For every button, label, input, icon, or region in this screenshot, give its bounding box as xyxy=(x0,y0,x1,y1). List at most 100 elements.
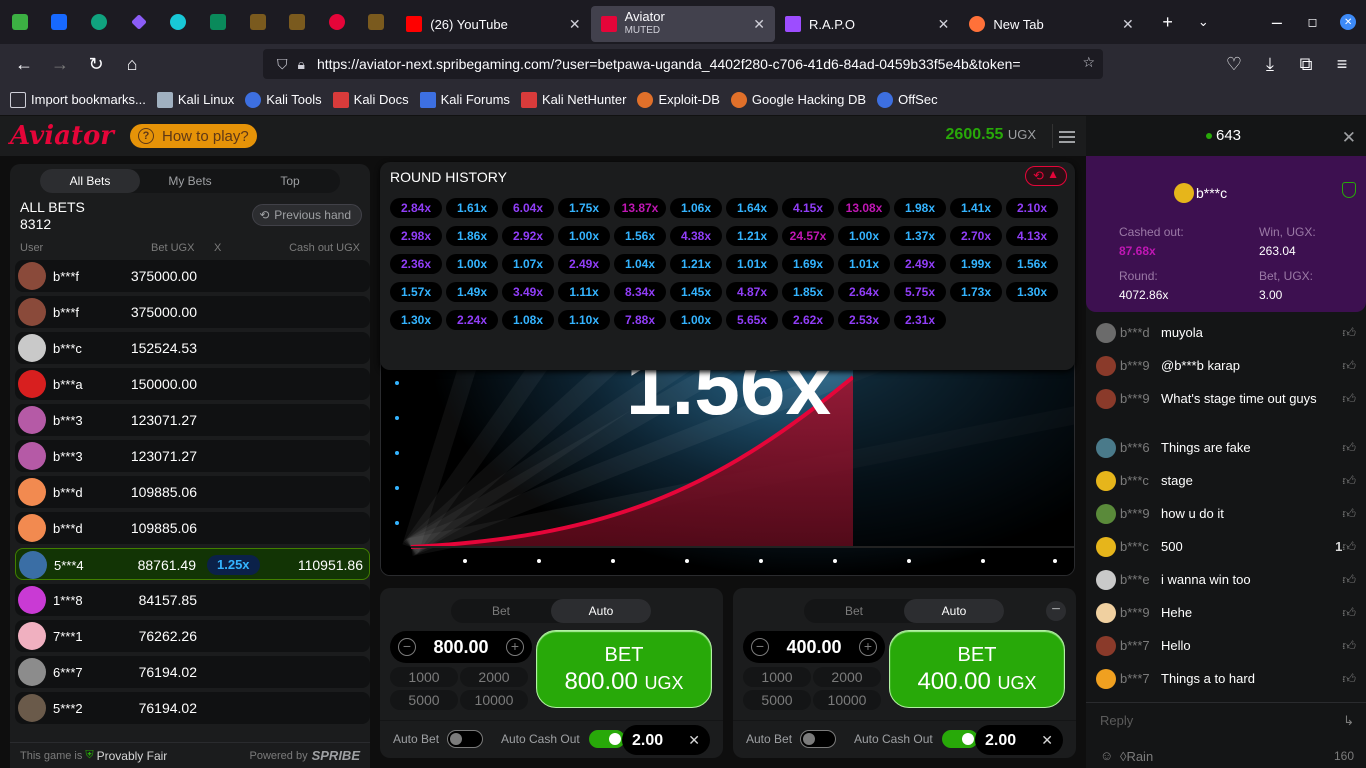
auto-cashout-toggle[interactable] xyxy=(942,730,978,748)
bet-button[interactable]: BET 400.00 UGX xyxy=(889,630,1065,708)
tab-youtube[interactable]: (26) YouTube ✕ xyxy=(396,6,590,42)
emoji-icon[interactable]: ☺ xyxy=(1100,748,1113,763)
round-multiplier[interactable]: 1.21x xyxy=(670,254,722,274)
round-multiplier[interactable]: 1.08x xyxy=(502,310,554,330)
like-button[interactable]: 👍︎ xyxy=(1342,671,1356,687)
rain-button[interactable]: ◊Rain xyxy=(1120,749,1153,764)
forward-icon[interactable]: → xyxy=(42,48,78,80)
quick-amount-button[interactable]: 1000 xyxy=(390,667,458,687)
round-multiplier[interactable]: 1.00x xyxy=(558,226,610,246)
round-multiplier[interactable]: 13.08x xyxy=(838,198,890,218)
round-multiplier[interactable]: 2.98x xyxy=(390,226,442,246)
quick-amount-button[interactable]: 10000 xyxy=(460,690,528,710)
provably-fair-link[interactable]: Provably Fair xyxy=(97,749,168,763)
bookmark-kali-nethunter[interactable]: Kali NetHunter xyxy=(520,91,626,108)
clear-icon[interactable]: ✕ xyxy=(1041,732,1053,749)
round-multiplier[interactable]: 1.30x xyxy=(1006,282,1058,302)
round-multiplier[interactable]: 1.49x xyxy=(446,282,498,302)
plus-icon[interactable]: + xyxy=(859,638,877,656)
bookmark-offsec[interactable]: OffSec xyxy=(877,91,938,108)
round-multiplier[interactable]: 5.75x xyxy=(894,282,946,302)
pinned-tab[interactable] xyxy=(119,0,159,44)
round-multiplier[interactable]: 2.64x xyxy=(838,282,890,302)
round-multiplier[interactable]: 2.70x xyxy=(950,226,1002,246)
round-multiplier[interactable]: 1.00x xyxy=(446,254,498,274)
bookmark-kali-linux[interactable]: Kali Linux xyxy=(156,91,234,108)
round-multiplier[interactable]: 1.64x xyxy=(726,198,778,218)
auto-bet-toggle[interactable] xyxy=(447,730,483,748)
round-multiplier[interactable]: 5.65x xyxy=(726,310,778,330)
close-icon[interactable]: ✕ xyxy=(569,16,581,33)
quick-amount-button[interactable]: 5000 xyxy=(390,690,458,710)
like-button[interactable]: 👍︎ xyxy=(1342,358,1356,374)
round-multiplier[interactable]: 1.01x xyxy=(726,254,778,274)
round-multiplier[interactable]: 1.45x xyxy=(670,282,722,302)
tab-my-bets[interactable]: My Bets xyxy=(140,169,240,193)
round-multiplier[interactable]: 8.34x xyxy=(614,282,666,302)
bookmark-kali-docs[interactable]: Kali Docs xyxy=(332,91,409,108)
bet-button[interactable]: BET 800.00 UGX xyxy=(536,630,712,708)
minimize-icon[interactable]: – xyxy=(1259,6,1295,38)
round-multiplier[interactable]: 2.24x xyxy=(446,310,498,330)
round-multiplier[interactable]: 2.92x xyxy=(502,226,554,246)
hamburger-menu-icon[interactable] xyxy=(1052,124,1076,148)
clear-icon[interactable]: ✕ xyxy=(688,732,700,749)
like-button[interactable]: 👍︎ xyxy=(1342,605,1356,621)
round-multiplier[interactable]: 1.04x xyxy=(614,254,666,274)
round-multiplier[interactable]: 1.30x xyxy=(390,310,442,330)
round-multiplier[interactable]: 1.56x xyxy=(1006,254,1058,274)
pinned-tab[interactable] xyxy=(238,0,278,44)
round-multiplier[interactable]: 1.41x xyxy=(950,198,1002,218)
maximize-icon[interactable]: ◻ xyxy=(1295,6,1331,38)
round-multiplier[interactable]: 1.75x xyxy=(558,198,610,218)
like-button[interactable]: 👍︎ xyxy=(1342,391,1356,407)
like-button[interactable]: 1👍︎ xyxy=(1335,539,1356,555)
round-multiplier[interactable]: 4.87x xyxy=(726,282,778,302)
download-icon[interactable]: ⤓ xyxy=(1252,48,1288,80)
round-multiplier[interactable]: 1.37x xyxy=(894,226,946,246)
like-button[interactable]: 👍︎ xyxy=(1342,325,1356,341)
quick-amount-button[interactable]: 2000 xyxy=(813,667,881,687)
back-icon[interactable]: ← xyxy=(6,48,42,80)
tab-new[interactable]: New Tab ✕ xyxy=(959,6,1143,42)
reply-input[interactable]: Reply xyxy=(1100,713,1133,728)
round-multiplier[interactable]: 1.85x xyxy=(782,282,834,302)
menu-icon[interactable]: ≡ xyxy=(1324,48,1360,80)
round-multiplier[interactable]: 7.88x xyxy=(614,310,666,330)
close-chat-icon[interactable]: ✕ xyxy=(1342,128,1356,148)
minus-icon[interactable]: − xyxy=(751,638,769,656)
round-multiplier[interactable]: 1.73x xyxy=(950,282,1002,302)
round-multiplier[interactable]: 1.21x xyxy=(726,226,778,246)
round-multiplier[interactable]: 1.86x xyxy=(446,226,498,246)
tab-aviator[interactable]: Aviator MUTED ✕ xyxy=(590,6,775,42)
home-icon[interactable]: ⌂ xyxy=(114,48,150,80)
tab-bet[interactable]: Bet xyxy=(804,599,904,623)
round-history-toggle[interactable]: ⟲ ▲ xyxy=(1025,166,1067,186)
round-multiplier[interactable]: 1.98x xyxy=(894,198,946,218)
round-multiplier[interactable]: 1.10x xyxy=(558,310,610,330)
round-multiplier[interactable]: 1.56x xyxy=(614,226,666,246)
bookmark-kali-forums[interactable]: Kali Forums xyxy=(419,91,510,108)
bookmark-google-hacking-db[interactable]: Google Hacking DB xyxy=(730,91,866,108)
close-icon[interactable]: ✕ xyxy=(1122,16,1134,33)
pinned-tab[interactable] xyxy=(0,0,40,44)
round-multiplier[interactable]: 2.36x xyxy=(390,254,442,274)
tab-bet[interactable]: Bet xyxy=(451,599,551,623)
round-multiplier[interactable]: 1.11x xyxy=(558,282,610,302)
tab-rapo[interactable]: R.A.P.O ✕ xyxy=(775,6,959,42)
round-multiplier[interactable]: 1.00x xyxy=(670,310,722,330)
close-icon[interactable]: ✕ xyxy=(753,16,765,33)
pinned-tab[interactable] xyxy=(79,0,119,44)
round-multiplier[interactable]: 2.84x xyxy=(390,198,442,218)
extensions-icon[interactable]: ⧉ xyxy=(1288,48,1324,80)
round-multiplier[interactable]: 1.07x xyxy=(502,254,554,274)
bookmark-star-icon[interactable]: ☆ xyxy=(1082,54,1095,71)
send-icon[interactable]: ↳ xyxy=(1343,713,1354,729)
tab-list-chevron-icon[interactable]: ⌄ xyxy=(1185,6,1221,38)
plus-icon[interactable]: + xyxy=(506,638,524,656)
url-bar[interactable]: ⛉ 🔒︎ https://aviator-next.spribegaming.c… xyxy=(263,49,1103,79)
round-multiplier[interactable]: 2.31x xyxy=(894,310,946,330)
cashout-multiplier-input[interactable]: 2.00 ✕ xyxy=(975,725,1063,755)
pocket-icon[interactable]: ♡ xyxy=(1216,48,1252,80)
tab-auto[interactable]: Auto xyxy=(551,599,651,623)
